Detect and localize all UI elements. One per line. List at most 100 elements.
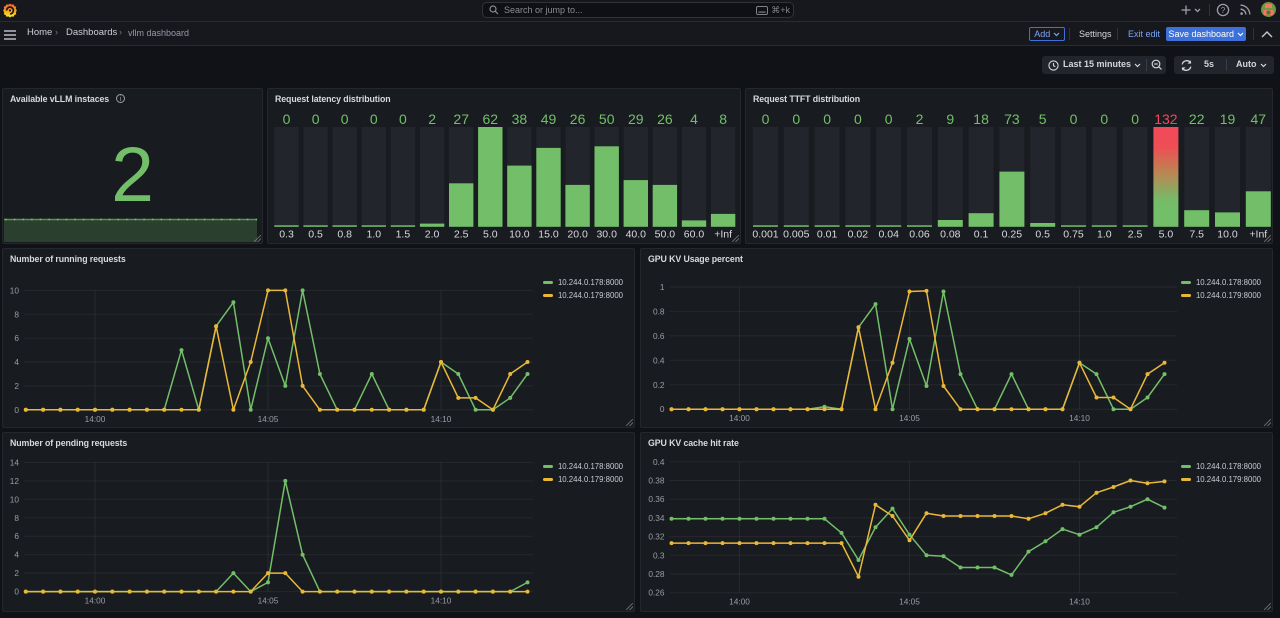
- svg-text:14:05: 14:05: [258, 596, 279, 606]
- svg-text:0: 0: [283, 111, 291, 127]
- svg-text:30.0: 30.0: [596, 229, 617, 241]
- svg-text:0: 0: [854, 111, 862, 127]
- svg-text:38: 38: [512, 111, 528, 127]
- svg-text:60.0: 60.0: [684, 229, 705, 241]
- svg-text:+Inf: +Inf: [714, 229, 732, 241]
- svg-text:14:10: 14:10: [431, 596, 452, 606]
- svg-text:26: 26: [570, 111, 586, 127]
- svg-text:14:10: 14:10: [1069, 597, 1090, 607]
- svg-text:15.0: 15.0: [538, 229, 559, 241]
- svg-text:132: 132: [1154, 111, 1178, 127]
- svg-text:6: 6: [14, 333, 19, 343]
- svg-text:4: 4: [14, 550, 19, 560]
- svg-text:0: 0: [14, 405, 19, 415]
- svg-text:0.5: 0.5: [1035, 229, 1050, 241]
- svg-text:0.3: 0.3: [279, 229, 294, 241]
- svg-text:14:00: 14:00: [85, 596, 106, 606]
- svg-text:0.8: 0.8: [337, 229, 352, 241]
- svg-text:0: 0: [312, 111, 320, 127]
- svg-text:29: 29: [628, 111, 644, 127]
- svg-text:2.0: 2.0: [425, 229, 440, 241]
- svg-text:0.38: 0.38: [648, 476, 665, 486]
- svg-text:4: 4: [690, 111, 698, 127]
- svg-text:0: 0: [1070, 111, 1078, 127]
- svg-text:14: 14: [10, 457, 20, 467]
- svg-text:14:10: 14:10: [1069, 413, 1090, 423]
- svg-text:49: 49: [541, 111, 557, 127]
- svg-text:26: 26: [657, 111, 673, 127]
- svg-text:0: 0: [762, 111, 770, 127]
- svg-text:10: 10: [10, 494, 20, 504]
- svg-text:0.32: 0.32: [648, 532, 665, 542]
- svg-text:14:10: 14:10: [431, 414, 452, 424]
- svg-text:0.001: 0.001: [752, 229, 778, 241]
- svg-text:0.28: 0.28: [648, 569, 665, 579]
- svg-text:2.5: 2.5: [454, 229, 469, 241]
- svg-text:0.1: 0.1: [974, 229, 989, 241]
- svg-text:2.5: 2.5: [1128, 229, 1143, 241]
- svg-text:0.25: 0.25: [1002, 229, 1023, 241]
- svg-text:0: 0: [399, 111, 407, 127]
- svg-text:0.4: 0.4: [653, 457, 665, 467]
- svg-text:14:00: 14:00: [729, 413, 750, 423]
- svg-text:10.0: 10.0: [1217, 229, 1238, 241]
- svg-text:14:00: 14:00: [85, 414, 106, 424]
- svg-text:10.0: 10.0: [509, 229, 530, 241]
- svg-text:2: 2: [14, 568, 19, 578]
- svg-text:40.0: 40.0: [626, 229, 647, 241]
- svg-text:0.02: 0.02: [848, 229, 869, 241]
- svg-text:0: 0: [370, 111, 378, 127]
- svg-text:50.0: 50.0: [655, 229, 676, 241]
- svg-text:4: 4: [14, 357, 19, 367]
- svg-text:1: 1: [660, 282, 665, 292]
- svg-text:0.34: 0.34: [648, 513, 665, 523]
- svg-text:0.75: 0.75: [1063, 229, 1084, 241]
- svg-text:14:00: 14:00: [729, 597, 750, 607]
- svg-text:9: 9: [946, 111, 954, 127]
- svg-text:5.0: 5.0: [1159, 229, 1174, 241]
- svg-text:0.06: 0.06: [909, 229, 930, 241]
- svg-text:?: ?: [1221, 6, 1226, 15]
- svg-text:14:05: 14:05: [899, 413, 920, 423]
- svg-text:0.36: 0.36: [648, 494, 665, 504]
- svg-text:0.3: 0.3: [653, 550, 665, 560]
- svg-text:0.04: 0.04: [878, 229, 899, 241]
- svg-text:12: 12: [10, 476, 20, 486]
- svg-text:8: 8: [14, 513, 19, 523]
- svg-text:20.0: 20.0: [567, 229, 588, 241]
- svg-text:0: 0: [14, 587, 19, 597]
- svg-text:62: 62: [483, 111, 499, 127]
- svg-text:0.01: 0.01: [817, 229, 838, 241]
- svg-text:0.2: 0.2: [653, 380, 665, 390]
- svg-text:0: 0: [341, 111, 349, 127]
- svg-text:0.6: 0.6: [653, 331, 665, 341]
- svg-text:22: 22: [1189, 111, 1205, 127]
- svg-text:5.0: 5.0: [483, 229, 498, 241]
- svg-text:2: 2: [916, 111, 924, 127]
- svg-text:0.08: 0.08: [940, 229, 961, 241]
- svg-text:14:05: 14:05: [258, 414, 279, 424]
- svg-text:8: 8: [14, 309, 19, 319]
- svg-text:8: 8: [719, 111, 727, 127]
- svg-text:5: 5: [1039, 111, 1047, 127]
- svg-text:47: 47: [1251, 111, 1267, 127]
- svg-text:0: 0: [823, 111, 831, 127]
- svg-text:0.8: 0.8: [653, 306, 665, 316]
- svg-text:0: 0: [885, 111, 893, 127]
- svg-text:1.0: 1.0: [366, 229, 381, 241]
- svg-text:0: 0: [1131, 111, 1139, 127]
- svg-text:19: 19: [1220, 111, 1236, 127]
- svg-text:50: 50: [599, 111, 615, 127]
- svg-text:0.26: 0.26: [648, 588, 665, 598]
- svg-text:27: 27: [453, 111, 469, 127]
- svg-text:1.5: 1.5: [396, 229, 411, 241]
- svg-text:0: 0: [1100, 111, 1108, 127]
- svg-text:0: 0: [660, 404, 665, 414]
- svg-text:10: 10: [10, 285, 20, 295]
- svg-text:7.5: 7.5: [1189, 229, 1204, 241]
- svg-text:14:05: 14:05: [899, 597, 920, 607]
- svg-text:0.4: 0.4: [653, 355, 665, 365]
- svg-text:6: 6: [14, 531, 19, 541]
- svg-text:73: 73: [1004, 111, 1020, 127]
- svg-text:1.0: 1.0: [1097, 229, 1112, 241]
